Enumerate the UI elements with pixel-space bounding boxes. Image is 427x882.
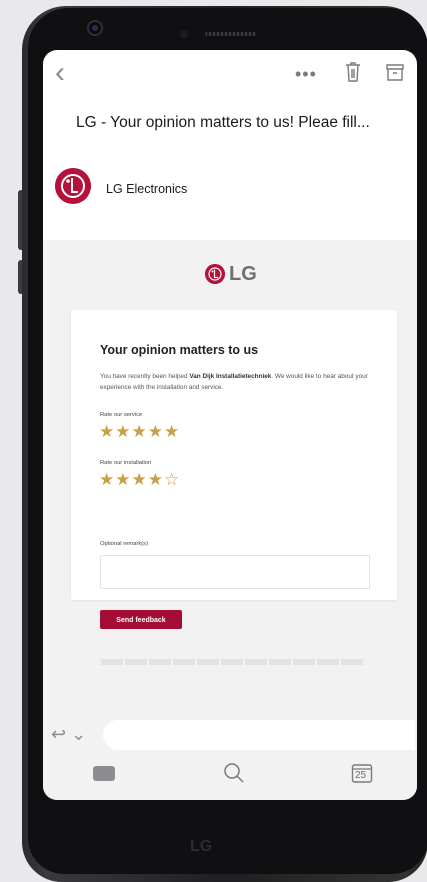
lg-brand-text: LG [229,263,257,285]
desc-prefix: You have recently been helped [100,373,190,380]
search-icon[interactable] [223,762,245,784]
remark-input[interactable] [100,555,370,589]
trash-icon[interactable] [343,60,363,84]
email-subject: LG - Your opinion matters to us! Pleae f… [76,114,370,131]
calendar-day: 25 [355,770,367,781]
feedback-card: Your opinion matters to us You have rece… [71,310,397,629]
front-camera [87,20,103,36]
mail-icon[interactable] [93,766,115,781]
calendar-icon[interactable]: 25 [351,762,373,784]
email-body: LG Your opinion matters to us You have r… [43,240,417,718]
star-filled-icon[interactable]: ★ [132,470,148,489]
reply-icon[interactable]: ↩ ⌄ [51,724,86,745]
star-filled-icon[interactable]: ★ [99,422,115,441]
service-rating-label: Rate our service [100,412,143,418]
card-title: Your opinion matters to us [100,343,259,357]
back-icon[interactable]: ‹ [55,58,65,88]
sender-row[interactable]: LG Electronics [43,162,417,242]
more-icon[interactable]: ••• [295,64,317,85]
star-filled-icon[interactable]: ★ [132,422,148,441]
lg-logo-icon [55,168,91,204]
mail-screen: ‹ ••• LG - Your opinion matters to us! P… [43,50,417,800]
service-star-rating[interactable]: ★★★★★ [99,422,180,442]
star-filled-icon[interactable]: ★ [99,470,115,489]
installation-rating-label: Rate our installation [100,460,152,466]
lg-logo-icon [205,264,225,284]
remark-label: Optional remark(s) [100,541,148,547]
star-filled-icon[interactable]: ★ [115,422,131,441]
star-filled-icon[interactable]: ★ [148,470,164,489]
send-feedback-button[interactable]: Send feedback [100,610,182,629]
reply-field[interactable] [103,720,415,750]
phone-brand-logo: LG [190,838,213,855]
footer-disclaimer [101,659,363,665]
star-filled-icon[interactable]: ★ [148,422,164,441]
top-toolbar: ‹ ••• [43,50,417,98]
earpiece-speaker [205,32,257,36]
bottom-tab-bar: 25 [43,754,417,800]
star-filled-icon[interactable]: ★ [164,422,180,441]
reply-bar: ↩ ⌄ [43,718,417,754]
proximity-sensor [180,30,188,38]
card-description: You have recently been helped Van Dijk I… [100,371,370,393]
installation-star-rating[interactable]: ★★★★☆ [99,470,180,490]
desc-company: Van Dijk Installatietechniek [189,373,272,380]
star-empty-icon[interactable]: ☆ [164,470,180,489]
sender-name: LG Electronics [106,182,188,196]
star-filled-icon[interactable]: ★ [115,470,131,489]
archive-icon[interactable] [385,60,405,84]
